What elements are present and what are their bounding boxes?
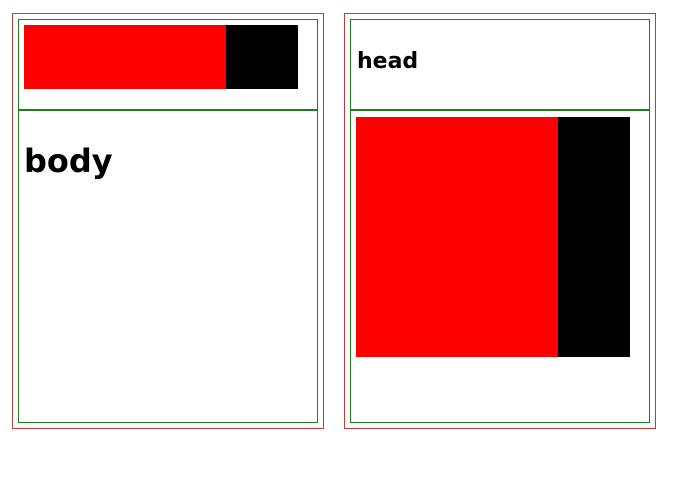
right-panel-head-label: head bbox=[357, 49, 419, 74]
right-red-block bbox=[356, 117, 558, 357]
right-panel-divider bbox=[350, 109, 650, 111]
left-black-block bbox=[226, 25, 298, 89]
left-panel-divider bbox=[18, 109, 318, 111]
left-panel-body-label: body bbox=[24, 142, 113, 180]
left-red-block bbox=[24, 25, 226, 89]
right-black-block bbox=[558, 117, 630, 357]
